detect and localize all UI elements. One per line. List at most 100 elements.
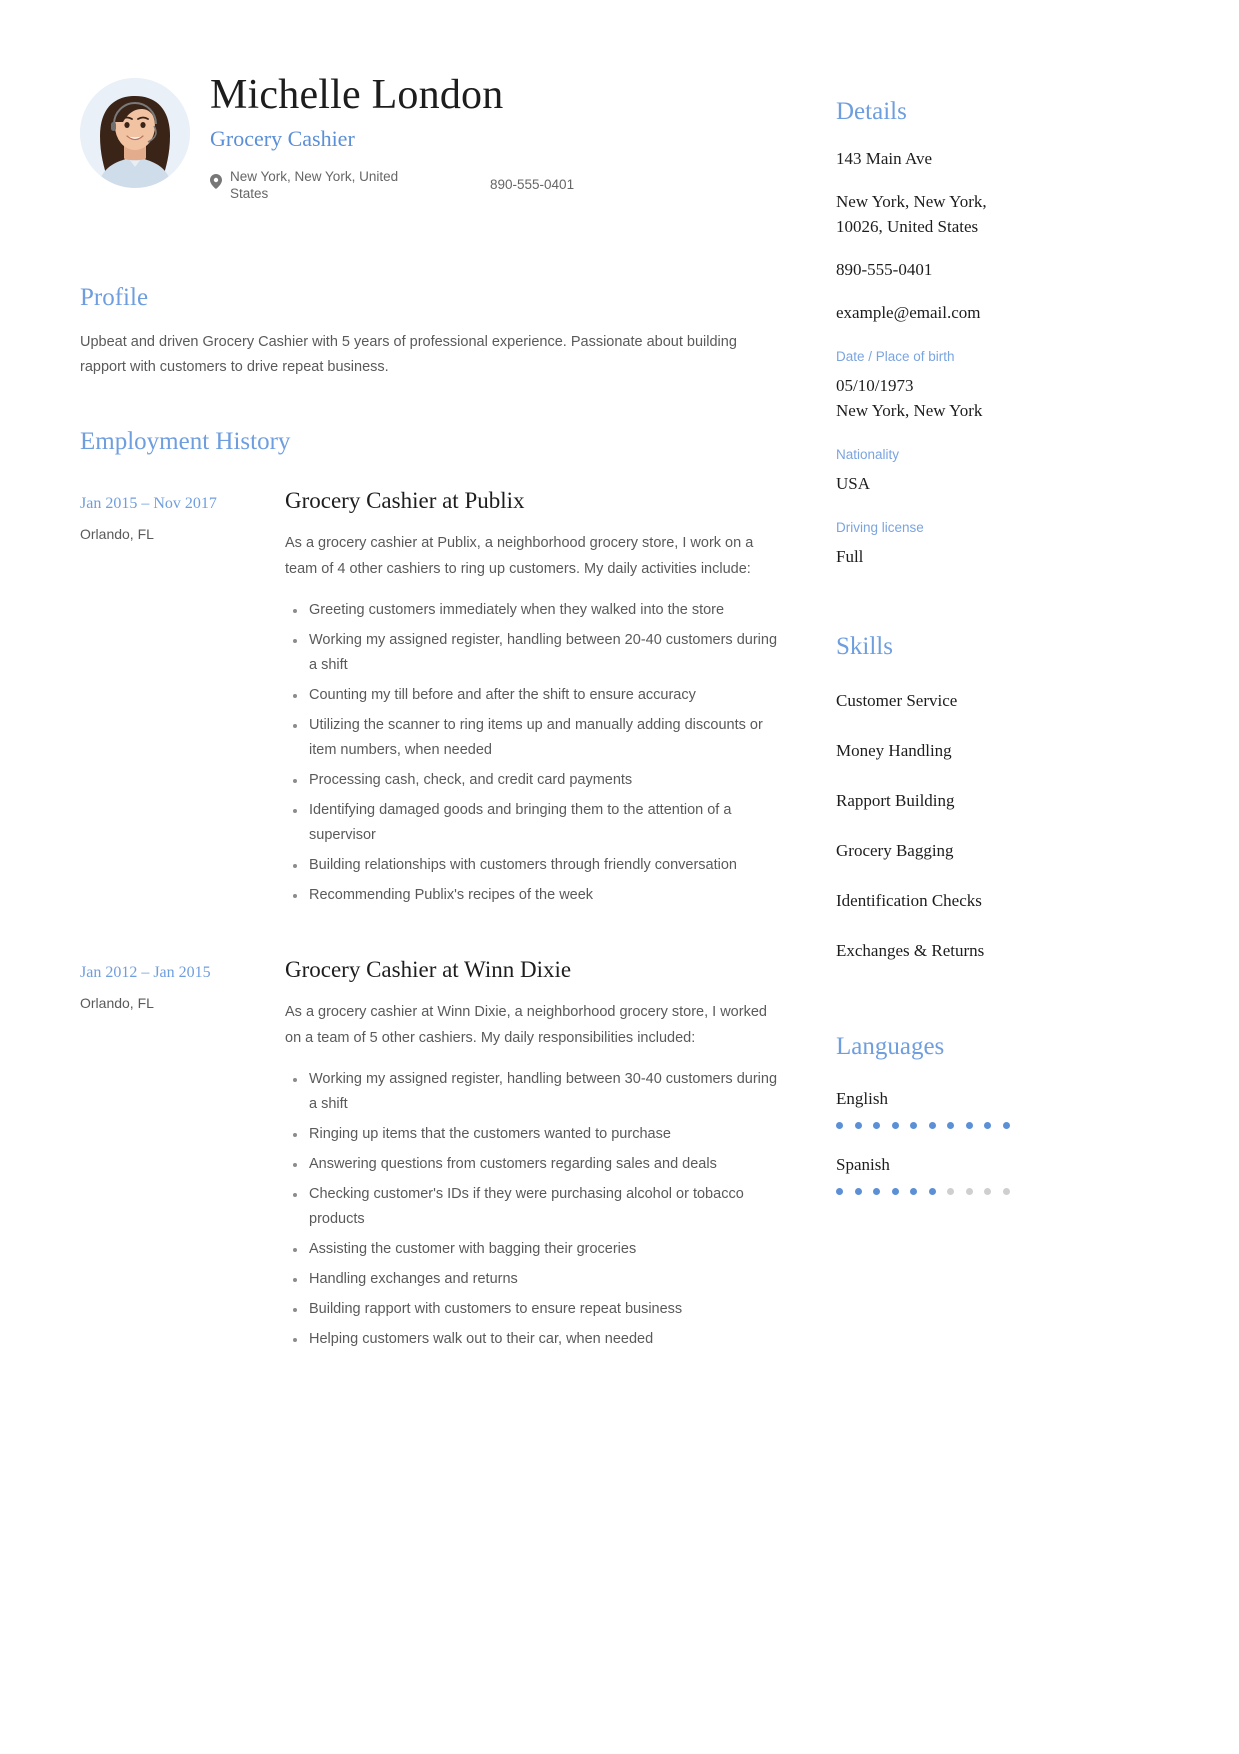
job-title: Grocery Cashier <box>210 126 355 151</box>
contact-phone-text: 890-555-0401 <box>490 177 575 192</box>
rating-dot-empty <box>947 1188 954 1195</box>
list-item: Utilizing the scanner to ring items up a… <box>285 713 780 763</box>
nationality-value: USA <box>836 474 871 493</box>
rating-dot-filled <box>910 1188 917 1195</box>
language-name: English <box>836 1089 888 1108</box>
employment-entry: Jan 2012 – Jan 2015 Orlando, FL Grocery … <box>80 955 780 1357</box>
employment-meta: Jan 2012 – Jan 2015 Orlando, FL <box>80 955 285 1357</box>
dob-value: 05/10/1973 New York, New York <box>836 376 983 420</box>
employment-date: Jan 2015 – Nov 2017 <box>80 495 217 512</box>
language-rating <box>836 1122 1036 1129</box>
rating-dot-filled <box>836 1122 843 1129</box>
rating-dot-filled <box>891 1188 899 1195</box>
rating-dot-filled <box>965 1122 973 1129</box>
employment-entry: Jan 2015 – Nov 2017 Orlando, FL Grocery … <box>80 486 780 913</box>
nationality-label: Nationality <box>836 447 900 462</box>
languages-heading: Languages <box>836 1033 945 1060</box>
sidebar-column: Details 143 Main Ave New York, New York,… <box>836 0 1036 1199</box>
list-item: Working my assigned register, handling b… <box>285 1067 780 1117</box>
list-item: Building relationships with customers th… <box>285 853 780 878</box>
dob-label: Date / Place of birth <box>836 349 955 364</box>
main-column: Michelle London Grocery Cashier New York… <box>80 0 780 1357</box>
profile-heading: Profile <box>80 284 149 311</box>
language-item: Spanish <box>836 1153 1036 1195</box>
rating-dot-filled <box>928 1122 936 1129</box>
language-name: Spanish <box>836 1155 890 1174</box>
rating-dot-empty <box>1002 1188 1010 1195</box>
profile-photo-icon <box>80 78 190 188</box>
employment-meta: Jan 2015 – Nov 2017 Orlando, FL <box>80 486 285 913</box>
details-city-state-zip: New York, New York, 10026, United States <box>836 192 987 236</box>
list-item: Counting my till before and after the sh… <box>285 683 780 708</box>
list-item: Working my assigned register, handling b… <box>285 628 780 678</box>
employment-bullets: Greeting customers immediately when they… <box>285 598 780 908</box>
resume-page: Michelle London Grocery Cashier New York… <box>0 0 1239 1754</box>
rating-dot-filled <box>873 1188 880 1195</box>
rating-dot-filled <box>1002 1122 1010 1129</box>
details-section: Details 143 Main Ave New York, New York,… <box>836 0 1036 569</box>
language-item: English <box>836 1087 1036 1129</box>
name-block: Michelle London Grocery Cashier New York… <box>210 70 780 202</box>
list-item: Greeting customers immediately when they… <box>285 598 780 623</box>
profile-text: Upbeat and driven Grocery Cashier with 5… <box>80 334 737 375</box>
skill-item: Rapport Building <box>836 791 955 810</box>
languages-section: Languages English Spanish <box>836 1031 1036 1195</box>
rating-dot-filled <box>891 1122 899 1129</box>
employment-title: Grocery Cashier at Publix <box>285 488 525 513</box>
skill-item: Exchanges & Returns <box>836 941 985 960</box>
rating-dot-filled <box>854 1188 862 1195</box>
skill-item: Identification Checks <box>836 891 982 910</box>
languages-list: English Spanish <box>836 1087 1036 1195</box>
employment-description: As a grocery cashier at Winn Dixie, a ne… <box>285 1004 767 1046</box>
list-item: Processing cash, check, and credit card … <box>285 768 780 793</box>
skills-heading: Skills <box>836 633 893 660</box>
list-item: Ringing up items that the customers want… <box>285 1122 780 1147</box>
details-email: example@email.com <box>836 303 981 322</box>
details-heading: Details <box>836 98 907 125</box>
details-phone: 890-555-0401 <box>836 260 933 279</box>
employment-heading: Employment History <box>80 428 291 455</box>
skill-item: Money Handling <box>836 741 952 760</box>
skills-section: Skills Customer Service Money Handling Rap… <box>836 631 1036 963</box>
contact-row: New York, New York, United States 890-55… <box>210 168 780 202</box>
contact-location: New York, New York, United States <box>210 168 430 202</box>
list-item: Assisting the customer with bagging thei… <box>285 1237 780 1262</box>
map-pin-icon <box>210 174 222 193</box>
list-item: Recommending Publix's recipes of the wee… <box>285 883 780 908</box>
skill-item: Customer Service <box>836 691 958 710</box>
rating-dot-filled <box>947 1122 954 1129</box>
driving-license-value: Full <box>836 547 864 566</box>
rating-dot-empty <box>984 1188 991 1195</box>
rating-dot-filled <box>910 1122 917 1129</box>
rating-dot-empty <box>965 1188 973 1195</box>
rating-dot-filled <box>873 1122 880 1129</box>
skills-list: Customer Service Money Handling Rapport Bu… <box>836 689 1036 963</box>
resume-header: Michelle London Grocery Cashier New York… <box>80 0 780 230</box>
rating-dot-filled <box>928 1188 936 1195</box>
employment-bullets: Working my assigned register, handling b… <box>285 1067 780 1352</box>
employment-body: Grocery Cashier at Winn Dixie As a groce… <box>285 955 780 1357</box>
employment-title: Grocery Cashier at Winn Dixie <box>285 957 572 982</box>
list-item: Identifying damaged goods and bringing t… <box>285 798 780 848</box>
contact-location-text: New York, New York, United States <box>230 169 399 201</box>
rating-dot-filled <box>984 1122 991 1129</box>
employment-date: Jan 2012 – Jan 2015 <box>80 964 211 981</box>
list-item: Handling exchanges and returns <box>285 1267 780 1292</box>
rating-dot-filled <box>836 1188 843 1195</box>
avatar <box>80 78 190 188</box>
list-item: Building rapport with customers to ensur… <box>285 1297 780 1322</box>
profile-section: Profile Upbeat and driven Grocery Cashie… <box>80 282 780 380</box>
skill-item: Grocery Bagging <box>836 841 954 860</box>
list-item: Helping customers walk out to their car,… <box>285 1327 780 1352</box>
employment-location: Orlando, FL <box>80 526 154 542</box>
employment-location: Orlando, FL <box>80 995 154 1011</box>
list-item: Answering questions from customers regar… <box>285 1152 780 1177</box>
details-address: 143 Main Ave <box>836 149 933 168</box>
page-title: Michelle London <box>210 72 504 118</box>
employment-description: As a grocery cashier at Publix, a neighb… <box>285 535 754 577</box>
driving-license-label: Driving license <box>836 520 924 535</box>
employment-section: Employment History Jan 2015 – Nov 2017 O… <box>80 426 780 1357</box>
employment-body: Grocery Cashier at Publix As a grocery c… <box>285 486 780 913</box>
list-item: Checking customer's IDs if they were pur… <box>285 1182 780 1232</box>
language-rating <box>836 1188 1036 1195</box>
